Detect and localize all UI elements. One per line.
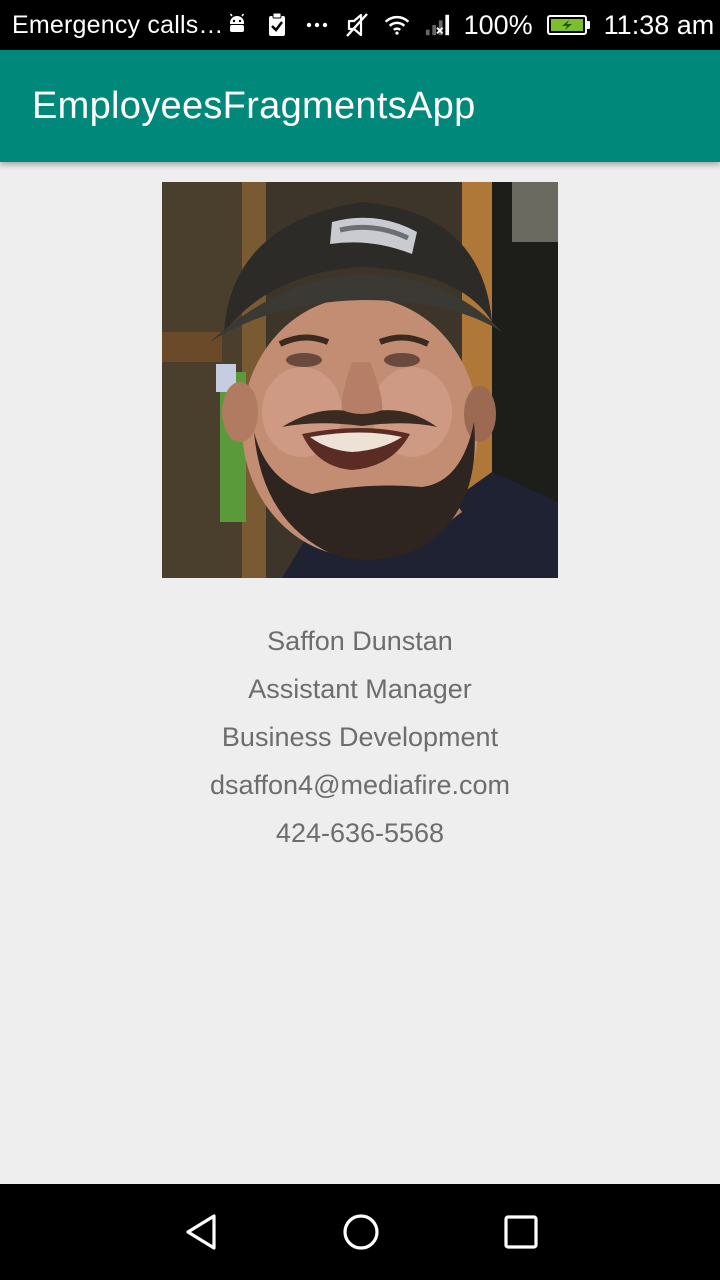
app-title: EmployeesFragmentsApp [32, 84, 476, 127]
clipboard-check-icon [264, 10, 290, 40]
battery-percent: 100% [463, 9, 533, 40]
employee-photo [162, 182, 558, 578]
status-bar: Emergency calls… 100% 11:38 am [0, 0, 720, 50]
wifi-icon [384, 10, 410, 40]
android-debug-icon [224, 10, 250, 40]
back-icon[interactable] [180, 1210, 224, 1254]
employee-details: Saffon Dunstan Assistant Manager Busines… [0, 617, 720, 857]
silent-mode-icon [344, 10, 370, 40]
home-icon[interactable] [339, 1210, 383, 1254]
no-signal-icon [424, 10, 450, 40]
system-nav-bar [0, 1184, 720, 1280]
recents-icon[interactable] [499, 1210, 543, 1254]
more-notifications-icon [304, 10, 330, 40]
employee-phone: 424-636-5568 [275, 818, 445, 848]
employee-department: Business Development [221, 722, 499, 752]
status-icons: 100% 11:38 am [224, 9, 715, 41]
employee-name: Saffon Dunstan [267, 626, 453, 656]
battery-charging-icon [546, 15, 590, 35]
status-clock: 11:38 am [603, 9, 715, 40]
carrier-status-text: Emergency calls… [12, 10, 224, 39]
employee-email: dsaffon4@mediafire.com [209, 770, 511, 800]
employee-title: Assistant Manager [248, 674, 472, 704]
employee-detail-screen: Emergency calls… 100% 11:38 am Employees… [0, 0, 720, 1280]
app-bar: EmployeesFragmentsApp [0, 50, 720, 162]
